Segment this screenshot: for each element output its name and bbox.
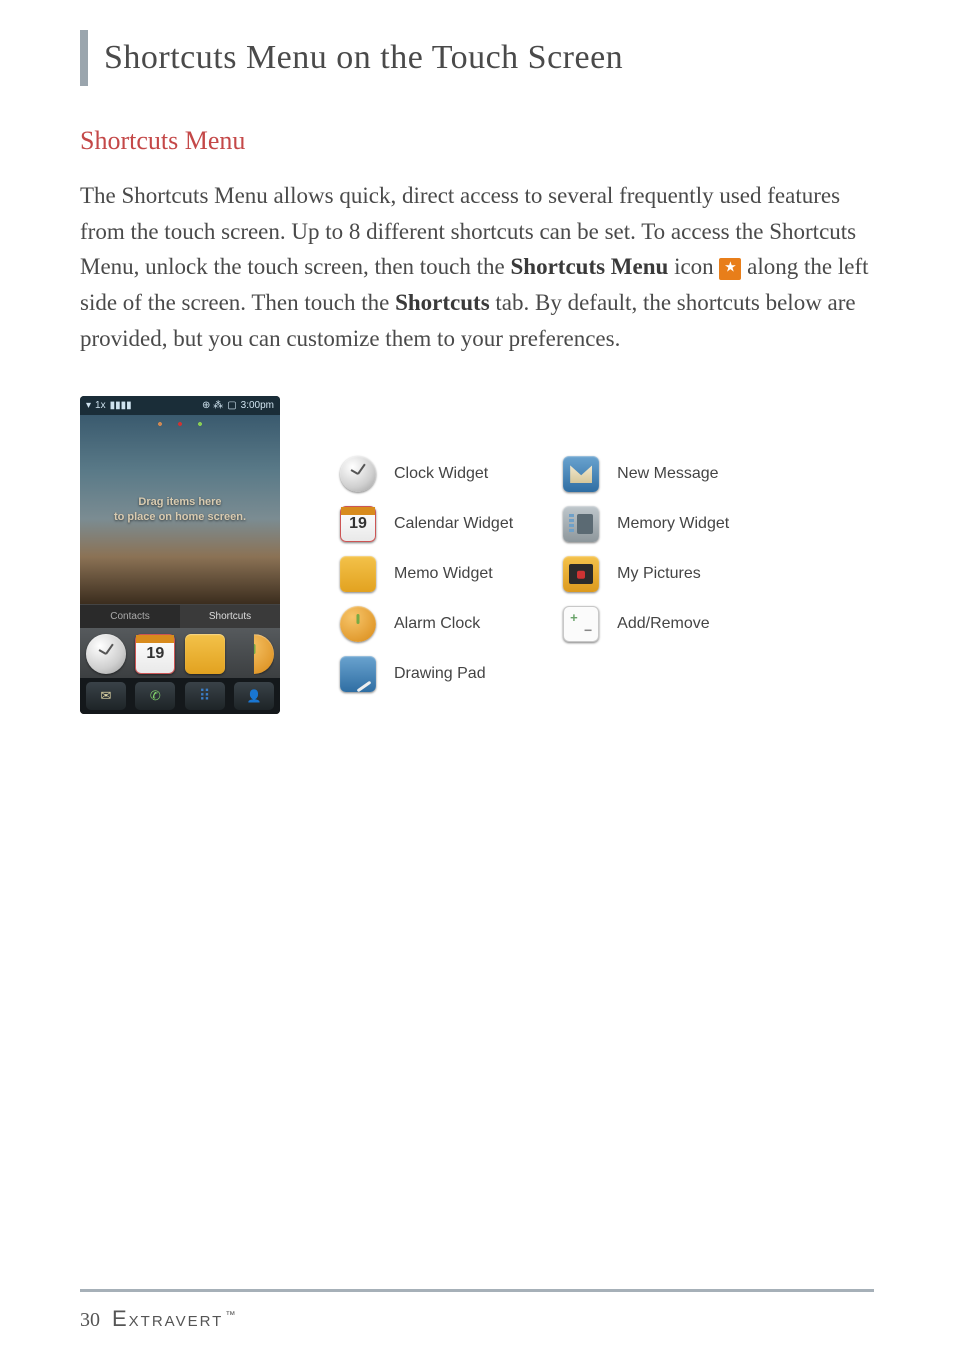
- body-bold-shortcuts-menu: Shortcuts Menu: [511, 254, 669, 279]
- drag-hint: Drag items here to place on home screen.: [114, 495, 246, 525]
- calendar-icon-day: 19: [349, 515, 367, 533]
- signal-bars-icon: ▮▮▮▮: [110, 400, 132, 411]
- nav-profile-icon[interactable]: [234, 682, 274, 710]
- legend-label: Clock Widget: [394, 465, 488, 483]
- clock-widget-icon[interactable]: [86, 634, 126, 674]
- legend-label: Memo Widget: [394, 565, 493, 583]
- calendar-icon: 19: [340, 506, 376, 542]
- section-title: Shortcuts Menu: [80, 126, 874, 156]
- legend-label: Add/Remove: [617, 615, 710, 633]
- legend-item-addremove: Add/Remove: [563, 606, 729, 642]
- alarm-icon: [340, 606, 376, 642]
- status-time: 3:00pm: [241, 400, 274, 411]
- signal-text: 1x: [95, 400, 106, 411]
- drag-hint-line1: Drag items here: [114, 495, 246, 510]
- calendar-day: 19: [146, 645, 164, 663]
- legend-item-pictures: My Pictures: [563, 556, 729, 592]
- body-text-b: icon: [674, 254, 719, 279]
- phone-status-bar: ▾ 1x ▮▮▮▮ ⊕ ⁂ ▢ 3:00pm: [80, 396, 280, 415]
- signal-icon: ▾: [86, 400, 91, 411]
- memo-icon: [340, 556, 376, 592]
- icon-legend: Clock Widget 19 Calendar Widget Memo Wid…: [340, 396, 729, 692]
- phone-shortcut-tray: 19: [80, 628, 280, 678]
- memo-widget-icon[interactable]: [185, 634, 225, 674]
- legend-item-message: New Message: [563, 456, 729, 492]
- legend-label: Calendar Widget: [394, 515, 513, 533]
- header-accent: [80, 30, 88, 86]
- phone-wallpaper: Drag items here to place on home screen.: [80, 415, 280, 604]
- alarm-clock-icon-partial[interactable]: [234, 634, 274, 674]
- phone-tabs: Contacts Shortcuts: [80, 604, 280, 628]
- footer-rule: [80, 1289, 874, 1292]
- page-number: 30: [80, 1309, 100, 1332]
- brand-name: Extravert™: [112, 1306, 237, 1332]
- legend-item-alarm: Alarm Clock: [340, 606, 513, 642]
- figure-row: ▾ 1x ▮▮▮▮ ⊕ ⁂ ▢ 3:00pm Drag items here t…: [80, 396, 874, 714]
- status-indicator-icons: ⊕ ⁂: [202, 400, 223, 411]
- footer: 30 Extravert™: [80, 1289, 874, 1332]
- legend-item-draw: Drawing Pad: [340, 656, 513, 692]
- clock-icon: [340, 456, 376, 492]
- trademark-symbol: ™: [225, 1310, 237, 1321]
- body-bold-shortcuts: Shortcuts: [395, 290, 490, 315]
- page-title: Shortcuts Menu on the Touch Screen: [104, 30, 623, 86]
- legend-item-memory: Memory Widget: [563, 506, 729, 542]
- new-message-icon: [563, 456, 599, 492]
- legend-item-clock: Clock Widget: [340, 456, 513, 492]
- legend-label: Drawing Pad: [394, 665, 486, 683]
- nav-mail-icon[interactable]: [86, 682, 126, 710]
- battery-icon: ▢: [227, 400, 236, 411]
- calendar-widget-icon[interactable]: 19: [135, 634, 175, 674]
- brand-text: Extravert: [112, 1306, 223, 1331]
- phone-nav-bar: [80, 678, 280, 714]
- pictures-icon: [563, 556, 599, 592]
- legend-column-1: Clock Widget 19 Calendar Widget Memo Wid…: [340, 456, 513, 692]
- drawing-pad-icon: [340, 656, 376, 692]
- drag-hint-line2: to place on home screen.: [114, 510, 246, 525]
- tab-shortcuts[interactable]: Shortcuts: [180, 604, 280, 628]
- add-remove-icon: [563, 606, 599, 642]
- nav-call-icon[interactable]: [135, 682, 175, 710]
- body-paragraph: The Shortcuts Menu allows quick, direct …: [80, 178, 874, 356]
- header: Shortcuts Menu on the Touch Screen: [80, 30, 874, 86]
- tab-contacts[interactable]: Contacts: [80, 604, 180, 628]
- legend-label: Alarm Clock: [394, 615, 480, 633]
- nav-apps-icon[interactable]: [185, 682, 225, 710]
- memory-icon: [563, 506, 599, 542]
- legend-item-memo: Memo Widget: [340, 556, 513, 592]
- legend-column-2: New Message Memory Widget My Pictures Ad…: [563, 456, 729, 692]
- star-icon: [719, 258, 741, 280]
- legend-label: Memory Widget: [617, 515, 729, 533]
- legend-item-calendar: 19 Calendar Widget: [340, 506, 513, 542]
- phone-screenshot: ▾ 1x ▮▮▮▮ ⊕ ⁂ ▢ 3:00pm Drag items here t…: [80, 396, 280, 714]
- legend-label: New Message: [617, 465, 718, 483]
- legend-label: My Pictures: [617, 565, 701, 583]
